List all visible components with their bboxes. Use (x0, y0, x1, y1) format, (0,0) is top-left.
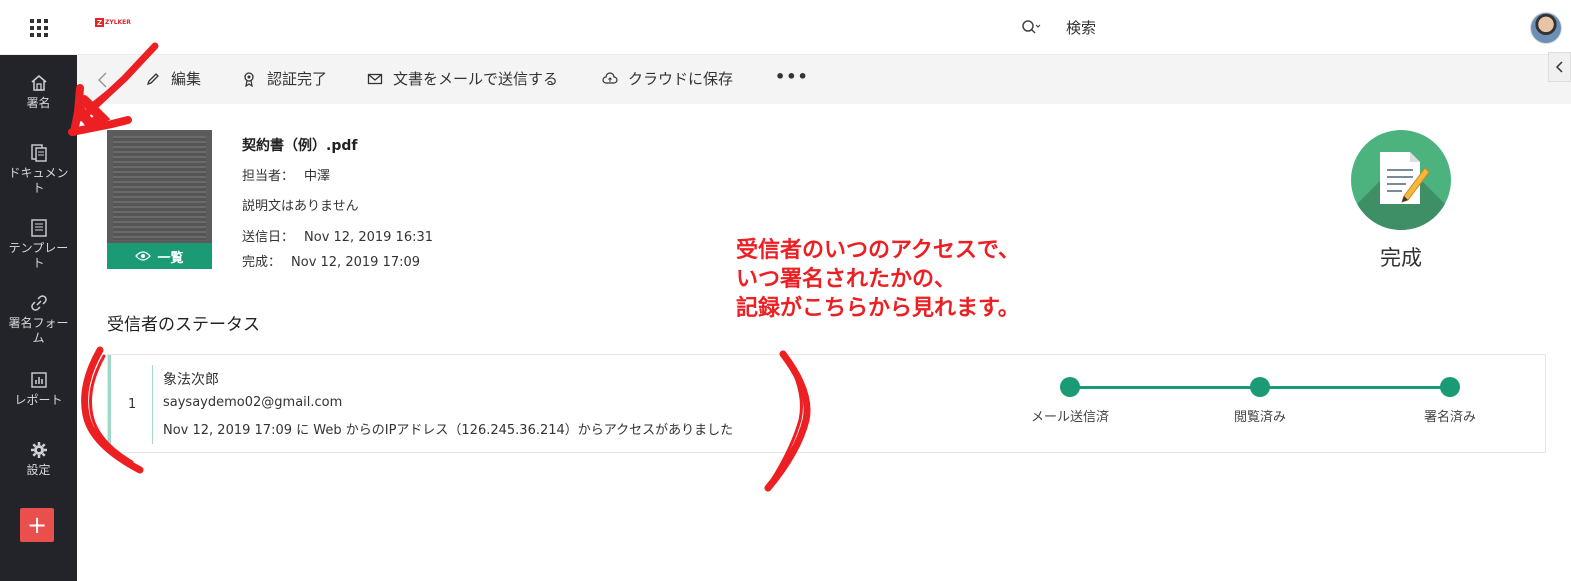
step-dot-viewed (1250, 377, 1270, 397)
owner-label: 担当者： (242, 169, 295, 184)
view-document-button[interactable]: 一覧 (107, 243, 212, 269)
more-options-button[interactable]: ••• (775, 67, 809, 86)
owner-value: 中澤 (304, 169, 331, 184)
step-dot-sent (1060, 377, 1080, 397)
documents-icon (30, 144, 47, 162)
recipient-name: 象法次郎 (163, 372, 219, 388)
sent-value: Nov 12, 2019 16:31 (304, 230, 434, 245)
sidebar-item-templates[interactable]: テンプレート (0, 218, 77, 271)
document-complete-icon (1380, 152, 1430, 204)
certify-label: 認証完了 (267, 70, 328, 88)
search-label[interactable]: 検索 (1066, 17, 1096, 38)
email-document-button[interactable]: 文書をメールで送信する (367, 68, 558, 89)
annotation-line-3: 記録がこちらから見れます。 (736, 296, 1020, 321)
search-icon[interactable] (1020, 16, 1042, 38)
home-icon (31, 75, 46, 91)
annotation-line-1: 受信者のいつのアクセスで、 (736, 238, 1021, 263)
sidebar-item-label: 署名 (26, 96, 51, 110)
view-label: 一覧 (157, 250, 184, 266)
recipient-card[interactable]: 1 象法次郎 saysaydemo02@gmail.com Nov 12, 20… (107, 354, 1546, 453)
avatar[interactable] (1530, 12, 1562, 44)
document-thumbnail[interactable]: 一覧 (107, 130, 212, 269)
annotation-text: 受信者のいつのアクセスで、 いつ署名されたかの、 記録がこちらから見れます。 (736, 236, 1020, 323)
toolbar: 編集 認証完了 文書をメールで送信する クラウドに保存 ••• (77, 55, 1571, 104)
sidebar-item-label: レポート (14, 393, 63, 407)
document-status: 完成 (1380, 246, 1422, 270)
sidebar: 署名 ドキュメント テンプレート 署名フォーム レポート 設定 + (0, 55, 77, 581)
sidebar-item-label: 署名フォーム (8, 316, 69, 345)
sidebar-item-sign-forms[interactable]: 署名フォーム (0, 293, 77, 346)
sidebar-item-label: 設定 (26, 463, 51, 477)
gear-icon (30, 442, 47, 458)
document-owner: 担当者： 中澤 (242, 165, 330, 184)
pencil-icon (146, 72, 159, 85)
sidebar-item-sign[interactable]: 署名 (0, 73, 77, 111)
document-sent-date: 送信日： Nov 12, 2019 16:31 (242, 226, 433, 245)
logo-mark-icon: Z (95, 18, 104, 27)
annotation-line-2: いつ署名されたかの、 (736, 267, 957, 292)
completed-label: 完成： (242, 255, 282, 270)
logo[interactable]: Z ZYLKER (95, 18, 131, 27)
document-completed-date: 完成： Nov 12, 2019 17:09 (242, 251, 420, 270)
sidebar-item-settings[interactable]: 設定 (0, 440, 77, 478)
certify-button[interactable]: 認証完了 (241, 68, 327, 89)
panel-collapse-button[interactable] (1548, 52, 1571, 82)
eye-icon (135, 251, 152, 261)
sent-label: 送信日： (242, 230, 295, 245)
add-button[interactable]: + (20, 508, 54, 542)
cloud-upload-icon (602, 71, 618, 84)
sidebar-item-label: テンプレート (8, 241, 69, 270)
document-preview (113, 136, 206, 240)
recipients-section-title: 受信者のステータス (107, 315, 260, 335)
top-bar: Z ZYLKER 検索 (0, 0, 1571, 55)
cloud-label: クラウドに保存 (628, 70, 734, 88)
chevron-left-icon (1555, 61, 1563, 73)
back-icon[interactable] (95, 70, 111, 90)
step-dot-signed (1440, 377, 1460, 397)
status-icon (1351, 130, 1451, 230)
step-label-viewed: 閲覧済み (1233, 410, 1286, 425)
edit-label: 編集 (171, 70, 202, 88)
document-title: 契約書（例）.pdf (242, 138, 358, 154)
mail-icon (367, 73, 383, 84)
cloud-save-button[interactable]: クラウドに保存 (602, 68, 733, 89)
template-icon (30, 219, 47, 237)
recipient-number: 1 (128, 397, 137, 412)
card-accent (108, 355, 111, 452)
edit-button[interactable]: 編集 (145, 68, 201, 89)
grid-icon (29, 18, 48, 37)
search-area[interactable]: 検索 (1020, 16, 1096, 38)
completed-value: Nov 12, 2019 17:09 (291, 255, 421, 270)
sidebar-item-reports[interactable]: レポート (0, 370, 77, 408)
certificate-icon (244, 71, 254, 87)
app-grid-button[interactable] (0, 0, 77, 55)
divider (152, 365, 153, 444)
step-label-signed: 署名済み (1423, 410, 1476, 425)
link-icon (30, 295, 47, 311)
logo-text: ZYLKER (105, 19, 131, 26)
recipient-email: saysaydemo02@gmail.com (163, 395, 343, 410)
recipient-access-log: Nov 12, 2019 17:09 に Web からのIPアドレス（126.2… (163, 423, 734, 438)
sidebar-item-label: ドキュメント (8, 166, 69, 195)
document-description: 説明文はありません (242, 199, 359, 214)
step-label-sent: メール送信済 (1030, 410, 1109, 425)
report-icon (30, 372, 47, 388)
email-label: 文書をメールで送信する (393, 70, 559, 88)
sidebar-item-documents[interactable]: ドキュメント (0, 143, 77, 196)
